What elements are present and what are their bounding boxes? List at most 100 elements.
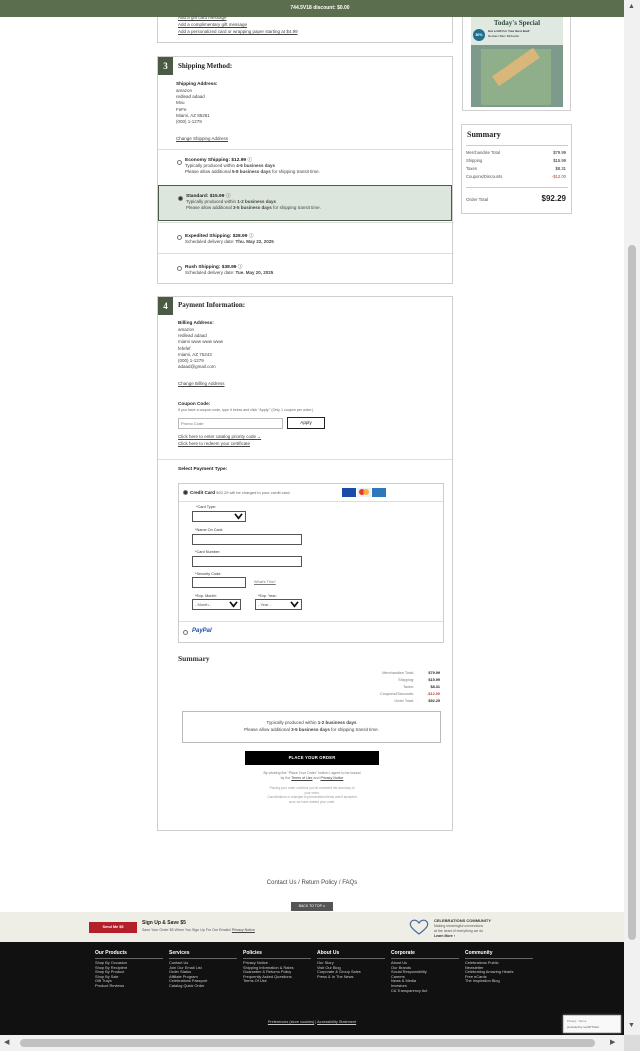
side-summary-value: $79.99	[553, 150, 566, 155]
privacy-notice-link[interactable]: Privacy Notice	[320, 776, 343, 780]
text: 1-2 business days	[317, 720, 357, 725]
rush-radio[interactable]	[177, 266, 182, 271]
gift-wrap-link[interactable]: Add a personalized card or wrapping pape…	[178, 29, 298, 35]
billing-address-label: Billing Address:	[178, 320, 214, 325]
bottom-summary-value: $8.31	[430, 685, 440, 689]
side-summary-label: Shipping	[466, 158, 483, 163]
exp-month-select[interactable]: - Month -	[192, 599, 241, 610]
footer-link[interactable]: Terms Of Use	[243, 979, 311, 984]
contact-us-link[interactable]: Contact Us	[267, 880, 297, 886]
text: 5-8 business days	[232, 169, 271, 174]
bottom-summary-label: Coupons/Discounts:	[380, 692, 414, 696]
bottom-summary-label: Order Total:	[394, 699, 414, 703]
address-line: (000) 1-1279	[176, 119, 202, 125]
text: Typically produced within	[186, 199, 238, 204]
side-summary-label: Taxes	[466, 166, 477, 171]
faqs-link[interactable]: FAQs	[342, 880, 357, 886]
footer-link[interactable]: CA Transparency Act	[391, 988, 459, 994]
horizontal-scrollbar[interactable]: ◀ ▶	[0, 1035, 624, 1051]
recaptcha-badge[interactable]: Privacy - Terms protected by reCAPTCHA	[563, 1015, 621, 1033]
security-code-input[interactable]	[192, 577, 246, 588]
address-line: adaad@gmail.com	[178, 364, 216, 370]
exp-year-value: - Year -	[258, 602, 271, 607]
shipping-option-expedited[interactable]: Expedited Shipping: $28.99 ⓘ Scheduled d…	[158, 222, 454, 252]
bottom-summary-value: $79.99	[428, 671, 440, 675]
change-shipping-address-link[interactable]: Change Shipping Address	[176, 136, 228, 142]
scroll-up-icon[interactable]: ▲	[628, 3, 635, 10]
text: Please allow additional	[186, 205, 234, 210]
accessibility-link[interactable]: Accessibility Statement	[317, 1020, 356, 1024]
promo-title: Today's Special	[493, 19, 541, 27]
shipping-method-section: 3 Shipping Method: Shipping Address: ama…	[157, 56, 454, 284]
side-summary-total-label: Order Total	[466, 197, 489, 202]
cookie-preferences-link[interactable]: Preferences (store cookies)	[268, 1020, 314, 1024]
economy-radio[interactable]	[177, 160, 182, 165]
catalog-priority-code-link[interactable]: Click here to enter catalog priority cod…	[178, 434, 261, 440]
footer-link[interactable]: Product Reviews	[95, 983, 163, 989]
vertical-scrollbar[interactable]: ▲ ▼	[624, 0, 640, 1051]
paypal-radio[interactable]	[183, 630, 188, 635]
scroll-right-icon[interactable]: ▶	[610, 1038, 615, 1046]
side-summary-title: Summary	[467, 130, 501, 139]
name-on-card-input[interactable]	[192, 534, 302, 545]
text: 1-2 business days	[237, 199, 277, 204]
promo-box[interactable]: Today's Special 50% Get a Gift For Your …	[462, 17, 571, 111]
place-order-button[interactable]: PLACE YOUR ORDER	[245, 751, 379, 765]
gift-message-link[interactable]: Add a complimentary gift message	[178, 22, 247, 28]
exp-month-value: - Month -	[195, 602, 212, 607]
return-policy-link[interactable]: Return Policy	[301, 880, 337, 886]
change-billing-address-link[interactable]: Change Billing Address	[178, 381, 225, 387]
heart-icon	[409, 919, 429, 935]
bottom-summary-label: Merchandise Total:	[382, 671, 414, 675]
whats-this-link[interactable]: What's This?	[254, 580, 276, 584]
community-line-1: Making meaningful connections	[434, 924, 484, 928]
footer-link[interactable]: Press & In The News	[317, 974, 385, 980]
shipping-option-rush[interactable]: Rush Shipping: $38.99 ⓘ Scheduled delive…	[158, 253, 454, 284]
chevron-down-icon	[290, 601, 299, 608]
community-line-2: at the heart of everything we do	[434, 929, 484, 933]
standard-radio[interactable]	[178, 196, 183, 201]
text: Please allow additional	[244, 727, 292, 732]
name-on-card-label: *Name On Card:	[195, 528, 224, 532]
learn-more-link[interactable]: Learn More ›	[434, 934, 455, 938]
scrollbar-thumb-horizontal[interactable]	[20, 1039, 595, 1047]
signup-text: Save Your Order $5 When You Sign Up For …	[142, 928, 255, 932]
exp-year-select[interactable]: - Year -	[255, 599, 302, 610]
expedited-radio[interactable]	[177, 235, 182, 240]
payment-title: Payment Information:	[178, 301, 246, 309]
scroll-left-icon[interactable]: ◀	[4, 1038, 9, 1046]
signup-button[interactable]: Send Me $5	[89, 922, 137, 933]
catalog-link-text: Click here to enter catalog priority cod…	[178, 434, 257, 439]
footer-link[interactable]: The Inspiration Blog	[465, 979, 533, 984]
economy-line-2: Please allow additional 5-8 business day…	[185, 169, 320, 175]
text: by the	[280, 776, 292, 780]
gift-options-box: Add a gift card message Add a compliment…	[157, 15, 453, 43]
shipping-option-standard[interactable]: Standard: $15.99 ⓘ Typically produced wi…	[158, 185, 452, 221]
shipping-option-economy[interactable]: Economy Shipping: $12.99 ⓘ Typically pro…	[158, 149, 454, 184]
terms-line: by the Terms of Use and Privacy Notice	[208, 776, 416, 781]
credit-card-radio[interactable]	[183, 490, 188, 495]
privacy-notice-link[interactable]: Privacy Notice	[232, 928, 255, 932]
terms-of-use-link[interactable]: Terms of Use	[291, 776, 312, 780]
coupon-help: If you have a coupon code, type it below…	[178, 408, 314, 412]
scroll-down-icon[interactable]: ▼	[628, 1022, 635, 1029]
bottom-summary-value: $92.29	[428, 699, 440, 703]
redeem-certificate-link[interactable]: Click here to redeem your certificate	[178, 441, 250, 447]
card-number-input[interactable]	[192, 556, 302, 567]
footer-link[interactable]: Catalog Quick Order	[169, 983, 237, 989]
side-summary-value: $8.31	[555, 166, 566, 171]
coupon-input[interactable]: Promo Code	[178, 418, 283, 429]
signup-band: Send Me $5 Sign Up & Save $5 Save Your O…	[0, 912, 624, 942]
back-to-top-button[interactable]: BACK TO TOP ∧	[291, 902, 333, 911]
apply-button[interactable]: Apply	[287, 417, 325, 429]
scrollbar-thumb[interactable]	[628, 245, 636, 940]
text: 3-5 business days	[233, 205, 272, 210]
promo-line-2: Reclaim Barn Birdseller	[488, 34, 520, 38]
note-line-1: Typically produced within 1-2 business d…	[183, 720, 440, 726]
paypal-logo[interactable]: PayPal	[192, 628, 212, 634]
card-type-select[interactable]	[192, 511, 246, 522]
chevron-down-icon	[229, 601, 238, 608]
credit-card-option[interactable]: Credit Card $92.29 will be charged to yo…	[190, 490, 291, 495]
footer-heading: Community	[465, 950, 533, 959]
gift-card-message-link[interactable]: Add a gift card message	[178, 15, 227, 21]
